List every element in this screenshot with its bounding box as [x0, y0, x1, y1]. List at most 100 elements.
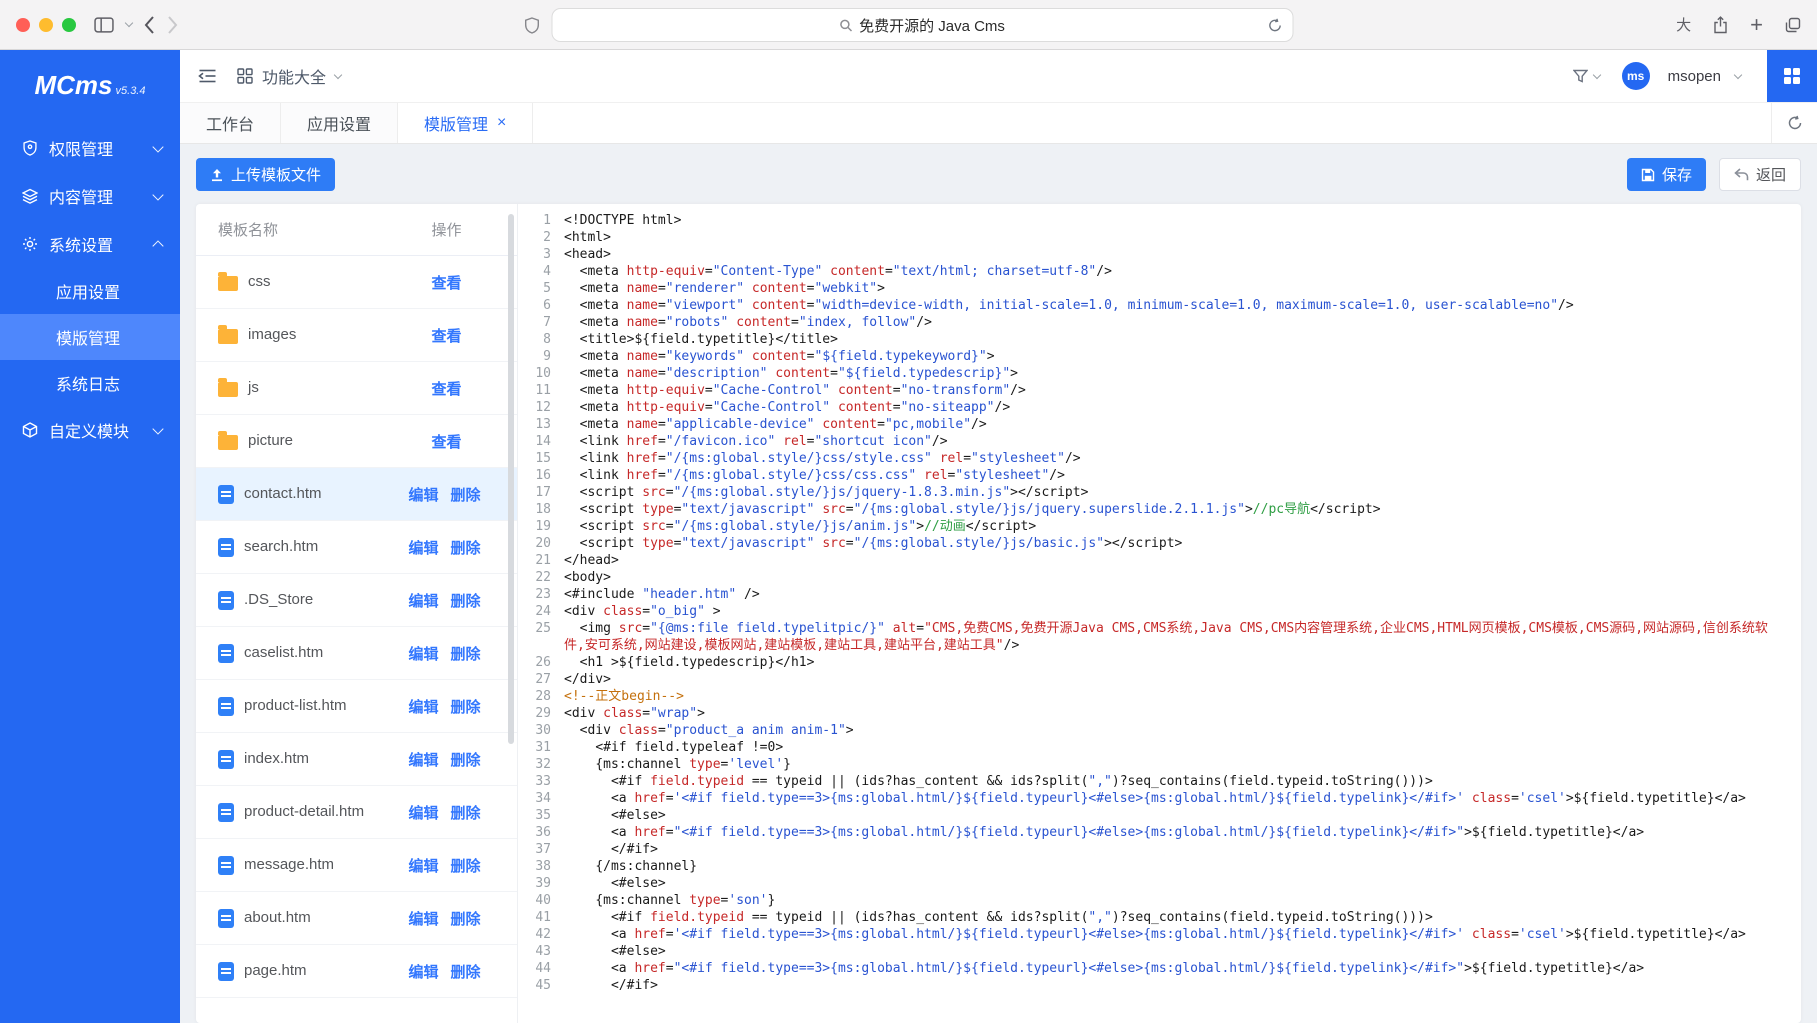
code-line[interactable]: 28<!--正文begin-->: [518, 688, 1801, 705]
edit-link[interactable]: 编辑: [408, 908, 438, 929]
window-close-button[interactable]: [16, 18, 30, 32]
sidebar-item-system-settings[interactable]: 系统设置: [0, 220, 180, 268]
code-line[interactable]: 6 <meta name="viewport" content="width=d…: [518, 297, 1801, 314]
sidebar-item-content[interactable]: 内容管理: [0, 172, 180, 220]
code-line[interactable]: 39 <#else>: [518, 875, 1801, 892]
avatar[interactable]: ms: [1622, 62, 1650, 90]
edit-link[interactable]: 编辑: [408, 590, 438, 611]
table-row[interactable]: page.htm 编辑删除: [196, 945, 517, 998]
code-line[interactable]: 44 <a href="<#if field.type==3>{ms:globa…: [518, 960, 1801, 977]
delete-link[interactable]: 删除: [451, 696, 481, 717]
edit-link[interactable]: 编辑: [408, 696, 438, 717]
code-line[interactable]: 17 <script src="/{ms:global.style/}js/jq…: [518, 484, 1801, 501]
upload-template-button[interactable]: 上传模板文件: [196, 158, 335, 191]
code-line[interactable]: 9 <meta name="keywords" content="${field…: [518, 348, 1801, 365]
code-line[interactable]: 42 <a href='<#if field.type==3>{ms:globa…: [518, 926, 1801, 943]
table-row[interactable]: caselist.htm 编辑删除: [196, 627, 517, 680]
delete-link[interactable]: 删除: [451, 590, 481, 611]
code-line[interactable]: 45 </#if>: [518, 977, 1801, 994]
edit-link[interactable]: 编辑: [408, 802, 438, 823]
filter-menu[interactable]: [1573, 69, 1600, 83]
view-link[interactable]: 查看: [431, 378, 461, 399]
code-line[interactable]: 23<#include "header.htm" />: [518, 586, 1801, 603]
code-line[interactable]: 33 <#if field.typeid == typeid || (ids?h…: [518, 773, 1801, 790]
delete-link[interactable]: 删除: [451, 961, 481, 982]
delete-link[interactable]: 删除: [451, 484, 481, 505]
edit-link[interactable]: 编辑: [408, 643, 438, 664]
function-menu[interactable]: 功能大全: [237, 64, 341, 88]
code-line[interactable]: 25 <img src="{@ms:file field.typelitpic/…: [518, 620, 1801, 654]
code-line[interactable]: 4 <meta http-equiv="Content-Type" conten…: [518, 263, 1801, 280]
code-line[interactable]: 43 <#else>: [518, 943, 1801, 960]
code-line[interactable]: 30 <div class="product_a anim anim-1">: [518, 722, 1801, 739]
apps-grid-button[interactable]: [1767, 50, 1817, 102]
scrollbar-thumb[interactable]: [508, 214, 514, 744]
new-tab-icon[interactable]: +: [1750, 14, 1763, 36]
sidebar-subitem-template-manage[interactable]: 模版管理: [0, 314, 180, 360]
table-row[interactable]: css 查看: [196, 256, 517, 309]
table-row[interactable]: contact.htm 编辑删除: [196, 468, 517, 521]
window-zoom-button[interactable]: [62, 18, 76, 32]
forward-button[interactable]: [167, 16, 178, 34]
table-row[interactable]: js 查看: [196, 362, 517, 415]
code-line[interactable]: 27</div>: [518, 671, 1801, 688]
table-row[interactable]: product-detail.htm 编辑删除: [196, 786, 517, 839]
code-line[interactable]: 35 <#else>: [518, 807, 1801, 824]
text-size-icon[interactable]: 大: [1676, 14, 1691, 35]
code-line[interactable]: 41 <#if field.typeid == typeid || (ids?h…: [518, 909, 1801, 926]
tab-workbench[interactable]: 工作台: [180, 103, 281, 143]
code-line[interactable]: 7 <meta name="robots" content="index, fo…: [518, 314, 1801, 331]
code-line[interactable]: 13 <meta name="applicable-device" conten…: [518, 416, 1801, 433]
refresh-tab-button[interactable]: [1771, 103, 1817, 143]
code-line[interactable]: 14 <link href="/favicon.ico" rel="shortc…: [518, 433, 1801, 450]
chevron-down-icon[interactable]: [1734, 70, 1742, 78]
code-line[interactable]: 20 <script type="text/javascript" src="/…: [518, 535, 1801, 552]
delete-link[interactable]: 删除: [451, 749, 481, 770]
code-editor[interactable]: 1<!DOCTYPE html>2<html>3<head>4 <meta ht…: [518, 204, 1801, 1023]
reload-icon[interactable]: [1267, 18, 1282, 33]
edit-link[interactable]: 编辑: [408, 484, 438, 505]
table-row[interactable]: images 查看: [196, 309, 517, 362]
code-line[interactable]: 21</head>: [518, 552, 1801, 569]
delete-link[interactable]: 删除: [451, 908, 481, 929]
edit-link[interactable]: 编辑: [408, 855, 438, 876]
table-row[interactable]: product-list.htm 编辑删除: [196, 680, 517, 733]
delete-link[interactable]: 删除: [451, 802, 481, 823]
code-line[interactable]: 31 <#if field.typeleaf !=0>: [518, 739, 1801, 756]
code-line[interactable]: 32 {ms:channel type='level'}: [518, 756, 1801, 773]
address-bar[interactable]: 免费开源的 Java Cms: [551, 8, 1293, 42]
code-line[interactable]: 15 <link href="/{ms:global.style/}css/st…: [518, 450, 1801, 467]
delete-link[interactable]: 删除: [451, 537, 481, 558]
code-line[interactable]: 36 <a href="<#if field.type==3>{ms:globa…: [518, 824, 1801, 841]
edit-link[interactable]: 编辑: [408, 961, 438, 982]
code-line[interactable]: 12 <meta http-equiv="Cache-Control" cont…: [518, 399, 1801, 416]
code-line[interactable]: 37 </#if>: [518, 841, 1801, 858]
view-link[interactable]: 查看: [431, 325, 461, 346]
view-link[interactable]: 查看: [431, 431, 461, 452]
close-icon[interactable]: ×: [497, 115, 506, 131]
tab-app-settings[interactable]: 应用设置: [281, 103, 398, 143]
delete-link[interactable]: 删除: [451, 855, 481, 876]
view-link[interactable]: 查看: [431, 272, 461, 293]
privacy-shield-icon[interactable]: [524, 17, 539, 34]
code-line[interactable]: 40 {ms:channel type='son'}: [518, 892, 1801, 909]
window-minimize-button[interactable]: [39, 18, 53, 32]
code-line[interactable]: 8 <title>${field.typetitle}</title>: [518, 331, 1801, 348]
back-button[interactable]: [144, 16, 155, 34]
table-row[interactable]: index.htm 编辑删除: [196, 733, 517, 786]
back-button-toolbar[interactable]: 返回: [1719, 158, 1801, 191]
sidebar-item-custom-module[interactable]: 自定义模块: [0, 406, 180, 454]
tab-overview-icon[interactable]: [1785, 17, 1801, 33]
sidebar-subitem-app-settings[interactable]: 应用设置: [0, 268, 180, 314]
code-line[interactable]: 5 <meta name="renderer" content="webkit"…: [518, 280, 1801, 297]
sidebar-toggle-icon[interactable]: [94, 17, 114, 33]
code-line[interactable]: 29<div class="wrap">: [518, 705, 1801, 722]
table-row[interactable]: about.htm 编辑删除: [196, 892, 517, 945]
code-line[interactable]: 38 {/ms:channel}: [518, 858, 1801, 875]
code-line[interactable]: 3<head>: [518, 246, 1801, 263]
sidebar-subitem-system-log[interactable]: 系统日志: [0, 360, 180, 406]
code-line[interactable]: 18 <script type="text/javascript" src="/…: [518, 501, 1801, 518]
tab-template-manage[interactable]: 模版管理 ×: [398, 103, 533, 143]
save-button[interactable]: 保存: [1627, 158, 1706, 191]
sidebar-item-permissions[interactable]: 权限管理: [0, 124, 180, 172]
